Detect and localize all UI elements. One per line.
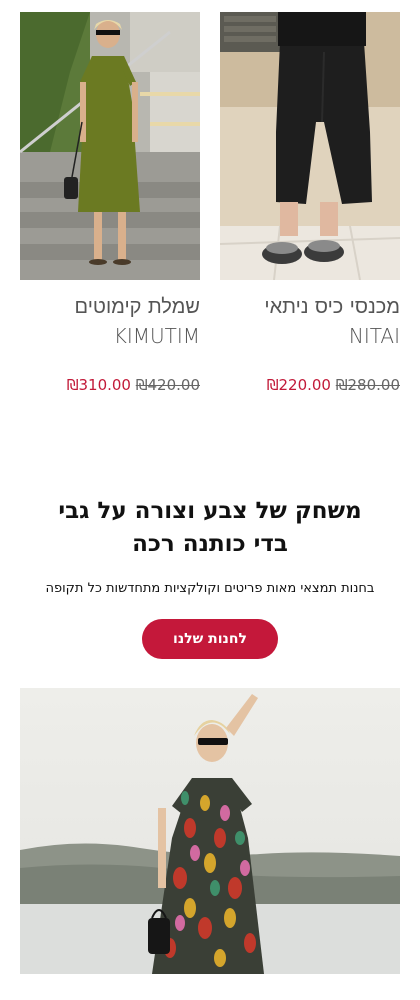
sale-price: ₪310.00 [66,376,131,394]
product-name-english[interactable]: KIMUTIM [20,321,200,351]
product-name-nitai[interactable]: מכנסי כיס ניתאי NITAI [220,291,400,351]
promo-title: משחק של צבע וצורה על גבי בדי כותנה רכה [58,498,362,557]
promo-subtitle: בחנות תמצאי מאות פריטים וקולקציות מתחדשו… [45,581,375,596]
page: מכנסי כיס ניתאי NITAI ₪280.00 ₪220.00 שמ… [0,0,420,1000]
product-image-nitai[interactable] [220,12,400,280]
product-name-kimutim[interactable]: שמלת קימוטים KIMUTIM [20,291,200,351]
banner-image[interactable] [20,688,400,974]
product-price-kimutim: ₪420.00 ₪310.00 [20,375,200,395]
old-price: ₪280.00 [335,376,400,394]
product-card-nitai[interactable]: מכנסי כיס ניתאי NITAI ₪280.00 ₪220.00 [220,12,400,395]
product-grid: מכנסי כיס ניתאי NITAI ₪280.00 ₪220.00 שמ… [20,12,400,402]
promo-section: משחק של צבע וצורה על גבי בדי כותנה רכה ב… [20,495,400,659]
product-card-kimutim[interactable]: שמלת קימוטים KIMUTIM ₪420.00 ₪310.00 [20,12,200,395]
shop-button[interactable]: לחנות שלנו [142,619,278,659]
product-image-kimutim[interactable] [20,12,200,280]
sale-price: ₪220.00 [266,376,331,394]
product-name-english[interactable]: NITAI [220,321,400,351]
product-name-hebrew[interactable]: מכנסי כיס ניתאי [220,291,400,321]
product-price-nitai: ₪280.00 ₪220.00 [220,375,400,395]
old-price: ₪420.00 [135,376,200,394]
product-name-hebrew[interactable]: שמלת קימוטים [20,291,200,321]
